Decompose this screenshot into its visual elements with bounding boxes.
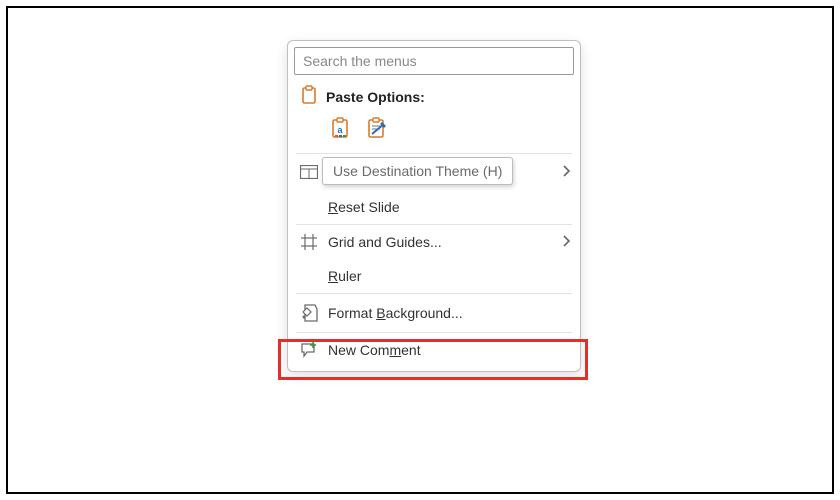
grid-guides-label: Grid and Guides...: [328, 234, 552, 250]
search-placeholder: Search the menus: [303, 53, 417, 69]
layout-tooltip: Use Destination Theme (H): [322, 157, 513, 185]
paste-keep-source-formatting-icon[interactable]: [366, 116, 388, 143]
chevron-right-icon: [562, 234, 570, 250]
new-comment-icon: [300, 342, 318, 358]
paste-options-section: Paste Options: a: [288, 79, 580, 153]
new-comment-label: New Comment: [328, 342, 570, 358]
menu-item-reset-slide[interactable]: Reset Slide: [288, 190, 580, 224]
menu-item-layout[interactable]: Use Destination Theme (H): [288, 154, 580, 190]
ruler-label: Ruler: [328, 268, 570, 284]
grid-icon: [300, 234, 318, 250]
format-background-icon: [300, 304, 318, 322]
context-menu: Search the menus Paste Options: a: [287, 40, 581, 372]
layout-icon: [300, 165, 318, 179]
svg-text:a: a: [337, 125, 343, 135]
chevron-right-icon: [562, 164, 570, 180]
menu-item-format-background[interactable]: Format Background...: [288, 294, 580, 332]
reset-slide-label: Reset Slide: [328, 199, 570, 215]
menu-item-new-comment[interactable]: New Comment: [288, 333, 580, 367]
paste-use-destination-theme-icon[interactable]: a: [330, 116, 352, 143]
clipboard-icon: [300, 85, 318, 108]
menu-search-input[interactable]: Search the menus: [294, 47, 574, 75]
format-background-label: Format Background...: [328, 305, 570, 321]
paste-options-label: Paste Options:: [326, 89, 425, 105]
menu-item-grid-guides[interactable]: Grid and Guides...: [288, 225, 580, 259]
menu-item-ruler[interactable]: Ruler: [288, 259, 580, 293]
